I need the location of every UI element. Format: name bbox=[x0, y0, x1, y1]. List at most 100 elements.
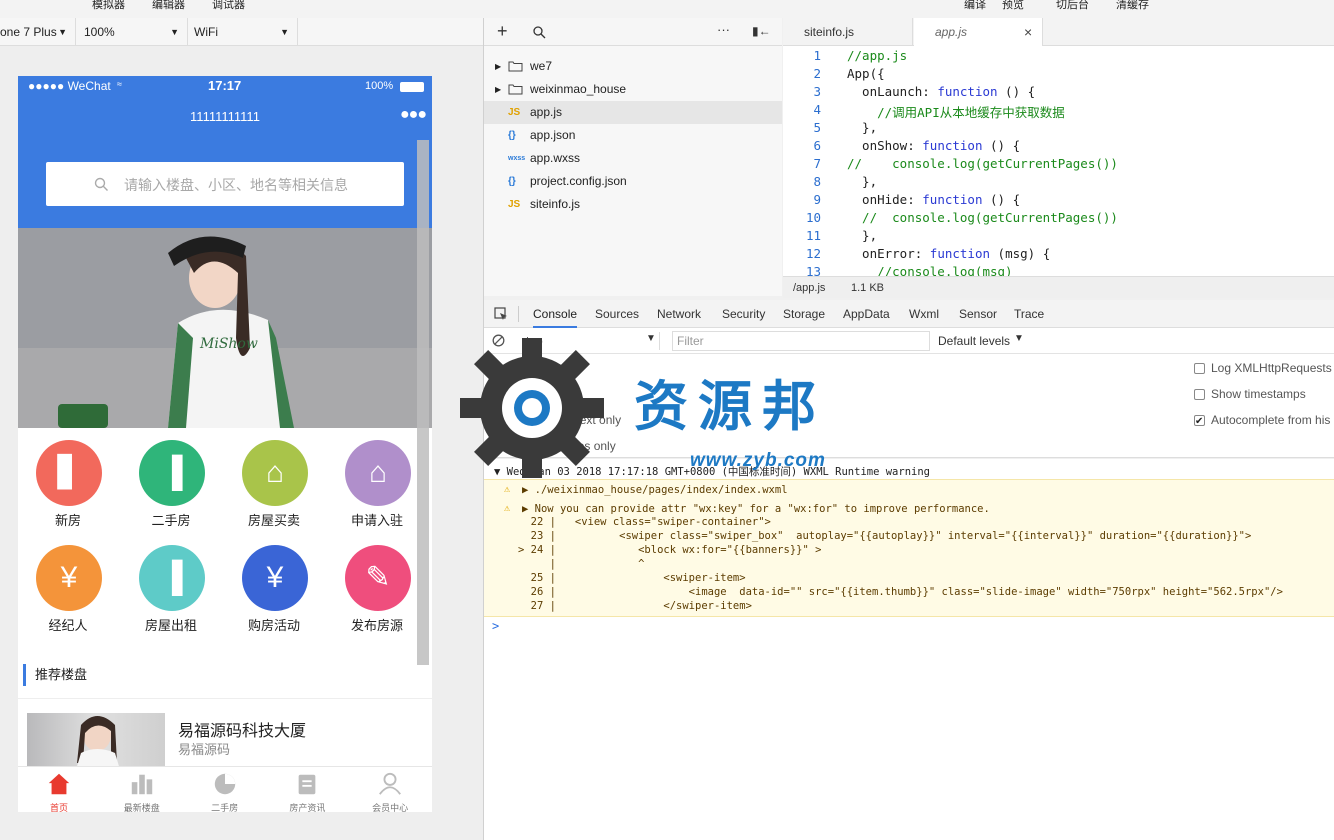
listing-card[interactable]: 易福源码科技大厦 易福源码 bbox=[18, 699, 432, 773]
file-name: app.json bbox=[530, 128, 576, 142]
devtools-tab-storage[interactable]: Storage bbox=[783, 300, 825, 328]
search-input[interactable]: 请输入楼盘、小区、地名等相关信息 bbox=[46, 162, 404, 206]
expand-triangle-icon[interactable]: ▶ bbox=[495, 55, 501, 78]
file-tree: ▶ we7 ▶ weixinmao_house JS app.js {} app.json wx… bbox=[484, 46, 782, 296]
scrollbar[interactable] bbox=[417, 140, 429, 665]
tab-1[interactable]: 最新楼盘 bbox=[101, 767, 183, 812]
zoom-select[interactable]: 100% ▼ bbox=[80, 18, 188, 46]
expand-triangle-icon[interactable]: ▶ bbox=[495, 78, 501, 101]
menu-editor[interactable]: 编辑器 bbox=[152, 0, 185, 12]
file-tree-item[interactable]: ▶ we7 bbox=[484, 55, 782, 78]
banner-carousel[interactable]: MiShow bbox=[18, 228, 432, 428]
code-line: // console.log(getCurrentPages()) bbox=[847, 156, 1118, 171]
menu-backend[interactable]: 切后台 bbox=[1056, 0, 1089, 12]
devtools-tab-appdata[interactable]: AppData bbox=[843, 300, 890, 328]
devtools-tab-console[interactable]: Console bbox=[533, 300, 578, 328]
file-tree-item[interactable]: {} project.config.json bbox=[484, 170, 782, 193]
zoom-select-value: 100% bbox=[84, 25, 115, 39]
tab-3[interactable]: 房产资讯 bbox=[266, 767, 348, 812]
grid-item-label: 新房 bbox=[54, 513, 81, 528]
warn-path-row[interactable]: ▶ ./weixinmao_house/pages/index/index.wx… bbox=[522, 484, 788, 496]
apartment-icon: ▐ bbox=[139, 440, 205, 506]
file-tree-item[interactable]: ▶ weixinmao_house bbox=[484, 78, 782, 101]
menu-debugger[interactable]: 调试器 bbox=[212, 0, 245, 12]
devtools-tab-wxml[interactable]: Wxml bbox=[909, 300, 939, 328]
tab-2[interactable]: 二手房 bbox=[184, 767, 266, 812]
checkbox[interactable] bbox=[1194, 412, 1205, 432]
warn-msg-row[interactable]: ▶ Now you can provide attr "wx:key" for … bbox=[522, 503, 990, 515]
file-path: /app.js bbox=[793, 282, 826, 294]
tab-siteinfo[interactable]: siteinfo.js bbox=[783, 18, 913, 46]
more-dots-icon[interactable]: ●●● bbox=[400, 106, 427, 124]
grid-item-0[interactable]: ▋ 新房 bbox=[18, 428, 118, 528]
grid-item-2[interactable]: ⌂ 房屋买卖 bbox=[224, 428, 324, 528]
grid-item-4[interactable]: ¥ 经纪人 bbox=[18, 533, 118, 633]
grid-item-3[interactable]: ⌂ 申请入驻 bbox=[327, 428, 427, 528]
device-select-value: one 7 Plus bbox=[0, 25, 57, 39]
warning-block: ⚠ ▶ ./weixinmao_house/pages/index/index.… bbox=[484, 479, 1334, 617]
option-label: Show timestamps bbox=[1211, 387, 1306, 401]
more-dots-icon[interactable]: ··· bbox=[717, 22, 730, 37]
close-icon[interactable]: × bbox=[1024, 18, 1032, 46]
devtools-tab-sources[interactable]: Sources bbox=[595, 300, 639, 328]
console-option[interactable]: Autocomplete from his bbox=[1194, 410, 1331, 432]
levels-select[interactable]: Default levels ▼ bbox=[938, 332, 1038, 350]
console-option[interactable]: Log XMLHttpRequests bbox=[1194, 358, 1332, 378]
inspect-icon[interactable] bbox=[494, 307, 508, 321]
menu-clear-cache[interactable]: 清缓存 bbox=[1116, 0, 1149, 12]
line-number: 1 bbox=[813, 48, 821, 63]
grid-item-1[interactable]: ▐ 二手房 bbox=[121, 428, 221, 528]
keyword: function bbox=[929, 246, 991, 261]
menu-compile[interactable]: 编译 bbox=[964, 0, 986, 12]
code-snippet-line: 23 | <swiper class="swiper_box" autoplay… bbox=[518, 530, 1252, 542]
grid-item-7[interactable]: ✎ 发布房源 bbox=[327, 533, 427, 633]
expand-triangle-icon[interactable]: ▶ bbox=[522, 484, 535, 496]
option-label: Autocomplete from his bbox=[1211, 413, 1331, 427]
code-line: onHide: function () { bbox=[847, 192, 1021, 207]
agent-house-icon: ¥ bbox=[36, 545, 102, 611]
shop-icon: ⌂ bbox=[345, 440, 411, 506]
console-prompt[interactable]: > bbox=[492, 619, 499, 633]
wxss-file-icon: wxss bbox=[508, 155, 526, 162]
category-grid: ▋ 新房 ▐ 二手房 ⌂ 房屋买卖 ⌂ 申请入驻 ¥ 经纪人 ▐ 房屋出租 ¥ 购房活动 ✎ 发布房源 bbox=[18, 428, 432, 648]
console-option[interactable]: Show timestamps bbox=[1194, 384, 1306, 404]
code-line: App({ bbox=[847, 66, 885, 81]
devtools-tab-sensor[interactable]: Sensor bbox=[959, 300, 997, 328]
grid-item-label: 房屋买卖 bbox=[247, 513, 300, 528]
devtools-tab-security[interactable]: Security bbox=[722, 300, 765, 328]
code-editor[interactable]: 1 //app.js 2 App({3 onLaunch: function () {… bbox=[783, 46, 1334, 276]
yuan-icon: ¥ bbox=[242, 545, 308, 611]
file-tree-item[interactable]: wxss app.wxss bbox=[484, 147, 782, 170]
network-select[interactable]: WiFi ▼ bbox=[190, 18, 298, 46]
devtools-tab-trace[interactable]: Trace bbox=[1014, 300, 1044, 328]
checkbox[interactable] bbox=[1194, 363, 1205, 374]
file-tree-item[interactable]: {} app.json bbox=[484, 124, 782, 147]
expand-triangle-icon[interactable]: ▶ bbox=[522, 503, 535, 515]
tab-app-js[interactable]: app.js × bbox=[914, 18, 1043, 46]
listing-sub: 易福源码 bbox=[178, 742, 231, 757]
tab-4[interactable]: 会员中心 bbox=[349, 767, 431, 812]
line-number: 13 bbox=[805, 264, 821, 276]
file-tree-item[interactable]: JS siteinfo.js bbox=[484, 193, 782, 216]
file-tree-item[interactable]: JS app.js bbox=[484, 101, 782, 124]
listing-thumbnail bbox=[27, 713, 165, 773]
add-file-icon[interactable]: + bbox=[497, 21, 508, 42]
devtools-tab-network[interactable]: Network bbox=[657, 300, 701, 328]
nav-title: 11111111111 bbox=[190, 109, 260, 124]
grid-item-5[interactable]: ▐ 房屋出租 bbox=[121, 533, 221, 633]
phone-screen: ●●●●● WeChat ≈ 17:17 100% 11111111111 ●●… bbox=[18, 76, 432, 812]
search-icon[interactable] bbox=[533, 26, 546, 39]
code-snippet-line: > 24 | <block wx:for="{{banners}}" > bbox=[518, 544, 822, 556]
menu-preview[interactable]: 预览 bbox=[1002, 0, 1024, 12]
tab-0[interactable]: 首页 bbox=[18, 767, 100, 812]
grid-item-6[interactable]: ¥ 购房活动 bbox=[224, 533, 324, 633]
menu-simulator[interactable]: 模拟器 bbox=[92, 0, 125, 12]
device-select[interactable]: one 7 Plus ▼ bbox=[0, 18, 76, 46]
battery-icon bbox=[400, 82, 424, 92]
checkbox[interactable] bbox=[1194, 389, 1205, 400]
watermark-title: 资源邦 bbox=[634, 374, 826, 438]
collapse-panel-icon[interactable]: ▮← bbox=[752, 24, 771, 38]
json-file-icon: {} bbox=[508, 176, 516, 187]
network-select-value: WiFi bbox=[194, 25, 218, 39]
file-name: app.wxss bbox=[530, 151, 581, 165]
